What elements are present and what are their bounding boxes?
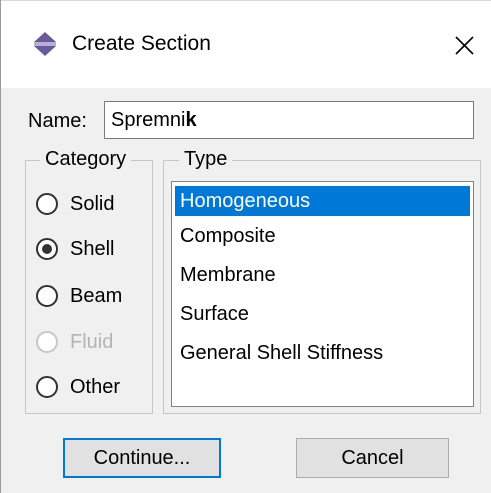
radio-circle-checked[interactable] bbox=[36, 238, 58, 260]
category-legend: Category bbox=[40, 146, 132, 172]
radio-circle[interactable] bbox=[36, 285, 58, 307]
name-value-cursor-text: k bbox=[185, 109, 197, 131]
radio-circle[interactable] bbox=[36, 193, 58, 215]
type-item-surface[interactable]: Surface bbox=[175, 295, 470, 333]
name-label: Name: bbox=[28, 110, 87, 132]
name-input[interactable]: Spremnik bbox=[104, 101, 474, 139]
radio-label-fluid: Fluid bbox=[70, 331, 114, 353]
type-item-general-shell-stiffness[interactable]: General Shell Stiffness bbox=[175, 334, 470, 372]
continue-button[interactable]: Continue... bbox=[63, 438, 221, 478]
cancel-button[interactable]: Cancel bbox=[296, 438, 449, 478]
type-item-membrane[interactable]: Membrane bbox=[175, 256, 470, 294]
dialog-title: Create Section bbox=[72, 32, 211, 55]
type-list[interactable]: Homogeneous Composite Membrane Surface G… bbox=[171, 181, 474, 407]
create-section-icon bbox=[32, 31, 58, 57]
type-legend: Type bbox=[179, 146, 233, 172]
radio-circle-disabled bbox=[36, 331, 58, 353]
radio-circle[interactable] bbox=[36, 376, 58, 398]
radio-label-solid: Solid bbox=[70, 193, 115, 215]
type-item-homogeneous[interactable]: Homogeneous bbox=[175, 186, 470, 216]
close-icon bbox=[455, 36, 474, 55]
radio-label-other: Other bbox=[70, 376, 121, 398]
radio-label-shell: Shell bbox=[70, 238, 115, 260]
title-bar[interactable]: Create Section bbox=[1, 0, 491, 88]
close-button[interactable] bbox=[445, 27, 481, 63]
name-value-text: Spremni bbox=[111, 109, 186, 131]
type-item-composite[interactable]: Composite bbox=[175, 217, 470, 255]
create-section-dialog: Create Section Name: Spremnik Category T… bbox=[0, 0, 491, 493]
radio-dot bbox=[42, 244, 52, 254]
radio-label-beam: Beam bbox=[70, 285, 123, 307]
